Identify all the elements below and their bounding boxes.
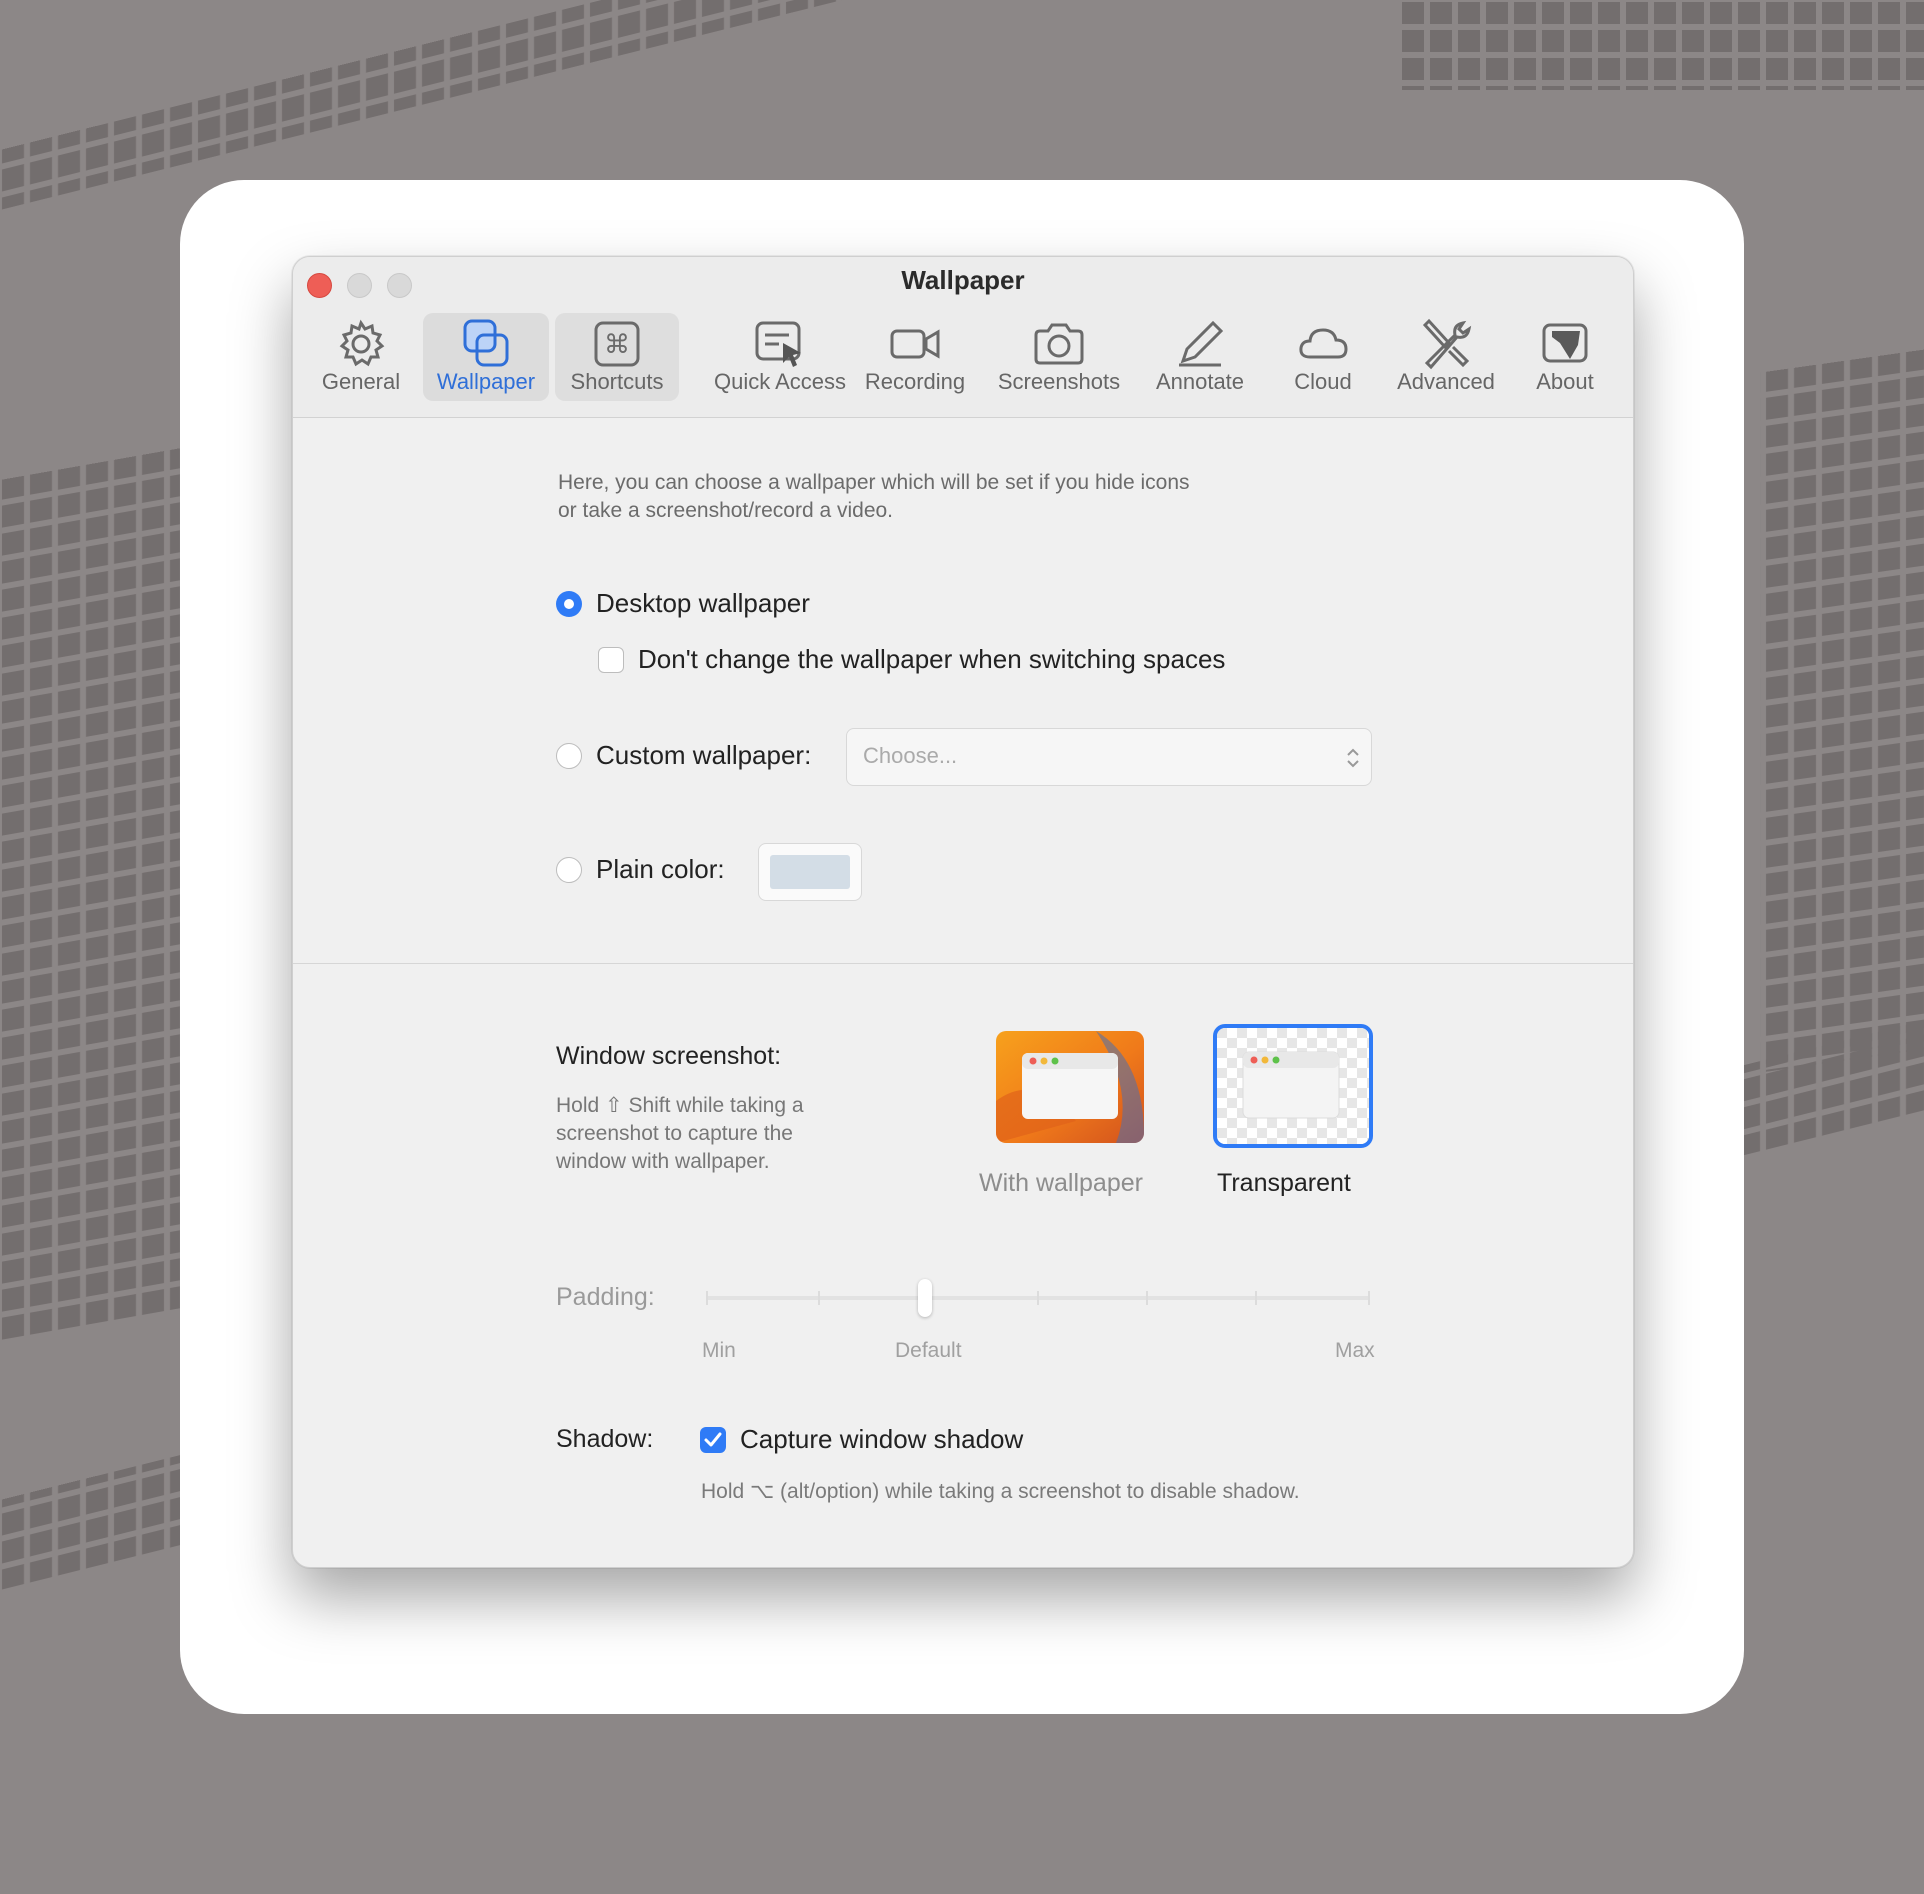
plain-color-well[interactable] (758, 843, 862, 901)
padding-label: Padding: (556, 1283, 655, 1311)
capture-shadow-label: Capture window shadow (740, 1424, 1024, 1454)
toolbar: Wallpaper General Wallpaper ⌘ Shortcuts … (293, 257, 1633, 418)
tab-quick-access[interactable]: Quick Access (687, 313, 873, 401)
tab-cloud[interactable]: Cloud (1273, 313, 1373, 401)
pencil-icon (1179, 320, 1224, 367)
window-screenshot-title: Window screenshot: (556, 1042, 782, 1070)
capture-shadow-checkbox[interactable] (700, 1427, 726, 1453)
tab-recording[interactable]: Recording (853, 313, 977, 401)
plain-color-label: Plain color: (596, 854, 725, 884)
slider-tick (1037, 1291, 1039, 1305)
tab-annotate[interactable]: Annotate (1139, 313, 1261, 401)
section-divider (293, 963, 1633, 964)
tab-label: Annotate (1155, 369, 1245, 394)
tab-screenshots[interactable]: Screenshots (989, 313, 1129, 401)
tab-label: Quick Access (713, 369, 847, 394)
custom-wallpaper-label: Custom wallpaper: (596, 740, 812, 770)
custom-wallpaper-radio[interactable] (556, 743, 582, 769)
checkmark-icon (704, 1432, 722, 1447)
tab-label: Screenshots (997, 369, 1121, 394)
tab-label: About (1536, 369, 1594, 394)
svg-text:⌘: ⌘ (604, 330, 630, 360)
wallpaper-preview-image (996, 1031, 1144, 1143)
tab-advanced[interactable]: Advanced (1385, 313, 1507, 401)
slider-tick (1368, 1291, 1370, 1305)
with-wallpaper-option[interactable] (996, 1031, 1144, 1143)
no-change-spaces-checkbox[interactable] (598, 647, 624, 673)
custom-wallpaper-select[interactable]: Choose... (846, 728, 1372, 786)
shadow-label: Shadow: (556, 1425, 654, 1453)
no-change-spaces-label: Don't change the wallpaper when switchin… (638, 644, 1226, 674)
desktop-wallpaper-label: Desktop wallpaper (596, 588, 810, 618)
slider-tick (706, 1291, 708, 1305)
video-camera-icon (890, 329, 940, 359)
slider-tick (1255, 1291, 1257, 1305)
tab-label: Shortcuts (570, 369, 664, 394)
about-icon (1542, 323, 1588, 363)
tab-general[interactable]: General (315, 313, 407, 401)
slider-min-label: Min (702, 1339, 736, 1362)
shadow-hint: Hold ⌥ (alt/option) while taking a scree… (701, 1480, 1300, 1503)
tab-label: General (321, 369, 401, 394)
color-swatch (770, 855, 850, 889)
slider-tick (818, 1291, 820, 1305)
slider-tick (1146, 1291, 1148, 1305)
command-key-icon: ⌘ (594, 321, 640, 367)
quick-access-icon (755, 321, 801, 367)
select-placeholder: Choose... (863, 743, 958, 768)
plain-color-radio[interactable] (556, 857, 582, 883)
tools-icon (1422, 318, 1472, 370)
description-line: window with wallpaper. (556, 1150, 770, 1173)
window-title: Wallpaper (901, 265, 1025, 295)
tab-label: Advanced (1397, 369, 1495, 394)
tab-about[interactable]: About (1513, 313, 1617, 401)
wallpaper-description: Here, you can choose a wallpaper which w… (558, 469, 1318, 525)
tab-label: Cloud (1294, 369, 1352, 394)
tab-shortcuts[interactable]: ⌘ Shortcuts (555, 313, 679, 401)
tab-label: Recording (864, 369, 966, 394)
description-line: screenshot to capture the (556, 1122, 793, 1145)
slider-default-label: Default (895, 1339, 962, 1362)
desktop-wallpaper-radio[interactable] (556, 591, 582, 617)
transparent-option[interactable] (1213, 1024, 1373, 1148)
cloud-icon (1299, 328, 1348, 359)
wallpaper-icon (463, 319, 509, 367)
gear-icon (339, 319, 385, 367)
slider-max-label: Max (1335, 1339, 1375, 1362)
description-line: or take a screenshot/record a video. (558, 499, 894, 522)
description-line: Here, you can choose a wallpaper which w… (558, 471, 1190, 494)
window-screenshot-description: Hold ⇧ Shift while taking a screenshot t… (556, 1092, 856, 1176)
with-wallpaper-caption: With wallpaper (979, 1169, 1143, 1197)
tab-label: Wallpaper (436, 369, 536, 394)
padding-slider-thumb[interactable] (918, 1279, 933, 1317)
camera-icon (1034, 323, 1084, 365)
stepper-chevrons-icon (1347, 748, 1359, 768)
description-line: Hold ⇧ Shift while taking a (556, 1094, 804, 1117)
tab-wallpaper[interactable]: Wallpaper (423, 313, 549, 401)
transparent-preview-image (1217, 1028, 1369, 1144)
transparent-caption: Transparent (1217, 1169, 1351, 1197)
preferences-window: Wallpaper General Wallpaper ⌘ Shortcuts … (292, 256, 1634, 1568)
